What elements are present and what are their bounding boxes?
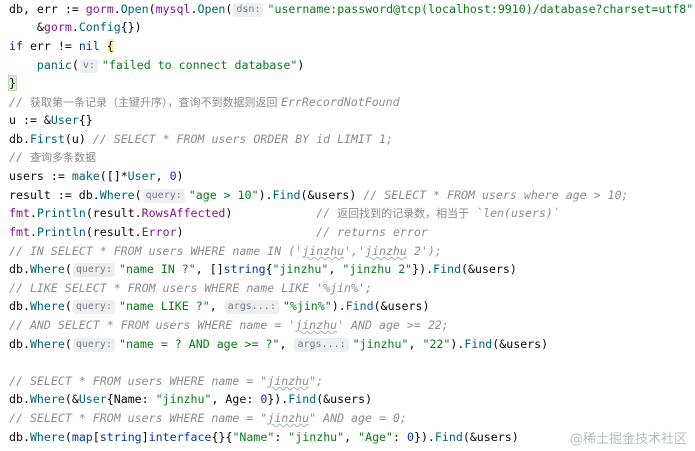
- param-hint: args...:: [224, 300, 279, 314]
- code-line-9[interactable]: // 查询多条数据: [9, 148, 96, 167]
- code-line-21[interactable]: // SELECT * FROM users WHERE name = "jin…: [9, 372, 323, 391]
- param-hint: query:: [72, 338, 115, 352]
- code-line-14[interactable]: // IN SELECT * FROM users WHERE name IN …: [9, 242, 442, 261]
- code-line-6[interactable]: // 获取第一条记录（主键升序），查询不到数据则返回 ErrRecordNotF…: [9, 93, 400, 112]
- param-hint: args...:: [294, 338, 349, 352]
- param-hint: query:: [72, 263, 115, 277]
- code-line-2[interactable]: &gorm.Config{}): [9, 18, 142, 37]
- code-line-1[interactable]: db, err := gorm.Open(mysql.Open(dsn: "use…: [9, 0, 695, 19]
- code-line-11[interactable]: result := db.Where(query: "age > 10").Fin…: [9, 186, 629, 205]
- code-line-18[interactable]: // AND SELECT * FROM users WHERE name = …: [9, 316, 449, 335]
- code-line-16[interactable]: // LIKE SELECT * FROM users WHERE name L…: [9, 279, 372, 298]
- code-line-13[interactable]: fmt.Println(result.Error) // returns err…: [9, 223, 428, 242]
- param-hint: query:: [142, 189, 185, 203]
- code-line-19[interactable]: db.Where(query: "name = ? AND age >= ?", …: [9, 335, 548, 354]
- matched-brace-open: {: [106, 39, 114, 53]
- code-line-12[interactable]: fmt.Println(result.RowsAffected) // 返回找到…: [9, 204, 560, 223]
- matched-brace-close: }: [8, 75, 17, 91]
- code-line-4[interactable]: panic(v: "failed to connect database"): [9, 56, 304, 75]
- code-line-22[interactable]: db.Where(&User{Name: "jinzhu", Age: 0}).…: [9, 390, 372, 409]
- code-line-17[interactable]: db.Where(query: "name LIKE ?", args...: "%…: [9, 297, 429, 316]
- code-line-7[interactable]: u := &User{}: [9, 111, 93, 130]
- site-watermark: @稀土掘金技术社区: [569, 432, 687, 447]
- code-line-15[interactable]: db.Where(query: "name IN ?", []string{"ji…: [9, 260, 517, 279]
- code-line-24[interactable]: db.Where(map[string]interface{}{"Name": …: [9, 428, 519, 447]
- code-line-5[interactable]: }: [8, 74, 17, 93]
- param-hint: v:: [79, 59, 98, 73]
- code-line-3[interactable]: if err != nil {: [9, 37, 114, 56]
- code-editor[interactable]: db, err := gorm.Open(mysql.Open(dsn: "use…: [0, 0, 695, 451]
- code-line-10[interactable]: users := make([]*User, 0): [9, 167, 184, 186]
- code-line-8[interactable]: db.First(u) // SELECT * FROM users ORDER…: [9, 130, 393, 149]
- param-hint: dsn:: [233, 3, 264, 17]
- code-line-23[interactable]: // SELECT * FROM users WHERE name = "jin…: [9, 409, 407, 428]
- param-hint: query:: [72, 300, 115, 314]
